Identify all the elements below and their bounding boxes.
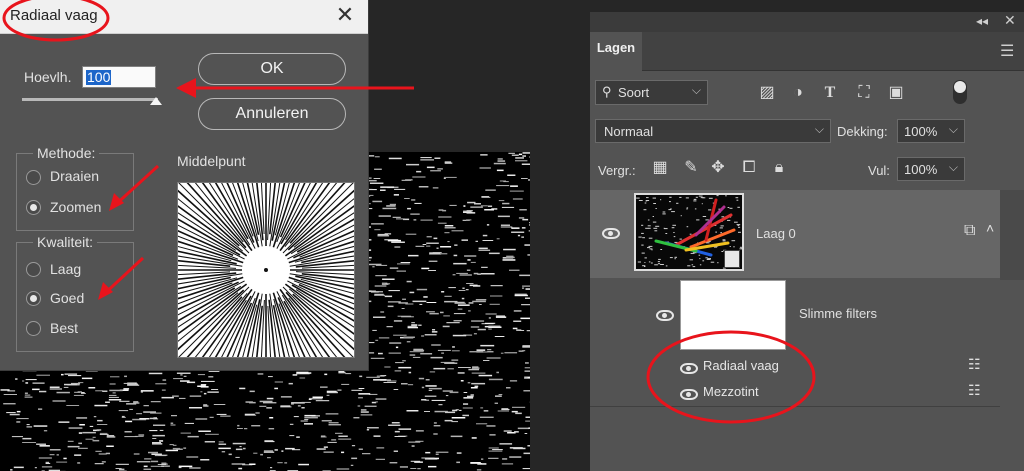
layer-name[interactable]: Laag 0 [756, 226, 796, 241]
opacity-input[interactable]: 100% ⌵ [897, 119, 965, 143]
blend-mode-dropdown[interactable]: Normaal ⌵ [595, 119, 831, 143]
dialog-title: Radiaal vaag [10, 7, 98, 24]
lock-label: Vergr.: [598, 163, 636, 178]
filter-kind-dropdown[interactable]: ⚲ Soort ⌵ [595, 80, 708, 105]
lock-all-icon[interactable]: 🔒︎ [769, 158, 789, 178]
filter-kind-value: Soort [618, 85, 650, 100]
blend-options-icon[interactable]: ☷ [968, 382, 981, 399]
filter-item-mezzotint[interactable]: Mezzotint [703, 384, 759, 399]
amount-slider[interactable] [22, 98, 158, 101]
tab-layers[interactable]: Lagen [590, 32, 642, 71]
center-label: Middelpunt [177, 153, 246, 169]
opacity-value: 100% [904, 124, 938, 139]
chevron-down-icon: ⌵ [814, 122, 824, 136]
smart-filter-mask-thumbnail[interactable] [680, 280, 786, 350]
panel-menu-icon[interactable]: ☰ [1000, 41, 1014, 61]
method-radio-draaien[interactable] [26, 170, 41, 185]
smart-filter-indicator-icon: ⧉ [964, 222, 976, 239]
method-radio-zoomen[interactable] [26, 200, 41, 215]
amount-input[interactable]: 100 [82, 66, 156, 88]
quality-radio-best[interactable] [26, 321, 41, 336]
quality-label-goed: Goed [50, 290, 85, 306]
lock-artboard-icon[interactable]: ⧠ [739, 158, 759, 178]
fill-value: 100% [904, 162, 938, 177]
filter-smart-object-icon[interactable]: ▣ [886, 83, 906, 103]
method-label-draaien: Draaien [50, 168, 100, 184]
filter-pixel-icon[interactable]: ▨ [757, 83, 777, 103]
chevron-down-icon: ⌵ [948, 160, 958, 174]
method-group: Methode: [16, 145, 134, 231]
ok-button[interactable]: OK [198, 53, 346, 85]
filter-visibility-eye-icon[interactable] [680, 363, 698, 374]
layers-panel: ◂◂ ✕ Lagen ☰ ⚲ Soort ⌵ ▨ ◑ T ⛶ ▣ Normaal… [590, 12, 1024, 471]
close-panel-icon[interactable]: ✕ [1004, 12, 1016, 29]
panel-tabs: Lagen ☰ [590, 32, 1024, 71]
filter-toggle[interactable] [953, 80, 967, 104]
smart-filters-visibility-eye-icon[interactable] [656, 310, 674, 321]
fill-input[interactable]: 100% ⌵ [897, 157, 965, 181]
filter-toggle-knob [954, 81, 966, 93]
chevron-down-icon: ⌵ [948, 122, 958, 136]
blend-options-icon[interactable]: ☷ [968, 356, 981, 373]
smart-filters-label: Slimme filters [799, 306, 878, 321]
radial-blur-dialog: Radiaal vaag ✕ Hoevlh. 100 OK Annuleren … [0, 0, 369, 371]
method-label-zoomen: Zoomen [50, 199, 102, 215]
method-title: Methode: [33, 145, 100, 161]
expand-arrow-icon[interactable]: ˄ [986, 220, 994, 236]
quality-label-best: Best [50, 320, 79, 336]
fill-label: Vul: [868, 163, 890, 178]
chevron-down-icon: ⌵ [691, 83, 701, 97]
quality-label-laag: Laag [50, 261, 82, 277]
blend-mode-value: Normaal [604, 124, 654, 139]
quality-radio-laag[interactable] [26, 262, 41, 277]
layer-visibility-eye-icon[interactable] [602, 228, 620, 239]
cancel-button[interactable]: Annuleren [198, 98, 346, 130]
amount-label: Hoevlh. [24, 69, 72, 85]
filter-type-icon[interactable]: T [820, 83, 840, 103]
panel-top-bar: ◂◂ ✕ [590, 12, 1024, 32]
close-icon[interactable]: ✕ [334, 4, 356, 26]
filter-item-radiaal-vaag[interactable]: Radiaal vaag [703, 358, 779, 373]
lock-move-icon[interactable]: ✥ [708, 158, 728, 178]
blur-center-preview[interactable] [177, 182, 355, 358]
divider [590, 406, 1000, 407]
quality-title: Kwaliteit: [33, 234, 98, 250]
search-icon: ⚲ [602, 84, 612, 99]
lock-transparent-icon[interactable]: ▦ [650, 158, 670, 178]
dialog-title-bar: Radiaal vaag ✕ [0, 0, 368, 34]
amount-value: 100 [86, 69, 112, 85]
collapse-icon[interactable]: ◂◂ [976, 14, 988, 28]
filter-adjustment-icon[interactable]: ◑ [788, 83, 808, 103]
opacity-label: Dekking: [837, 124, 888, 139]
amount-slider-thumb[interactable] [150, 97, 162, 105]
panel-scrollbar[interactable] [1000, 190, 1024, 280]
quality-radio-goed[interactable] [26, 291, 41, 306]
lock-brush-icon[interactable]: ✎ [681, 158, 701, 178]
smart-object-icon [724, 250, 740, 268]
filter-shape-icon[interactable]: ⛶ [854, 83, 874, 103]
filter-visibility-eye-icon[interactable] [680, 389, 698, 400]
